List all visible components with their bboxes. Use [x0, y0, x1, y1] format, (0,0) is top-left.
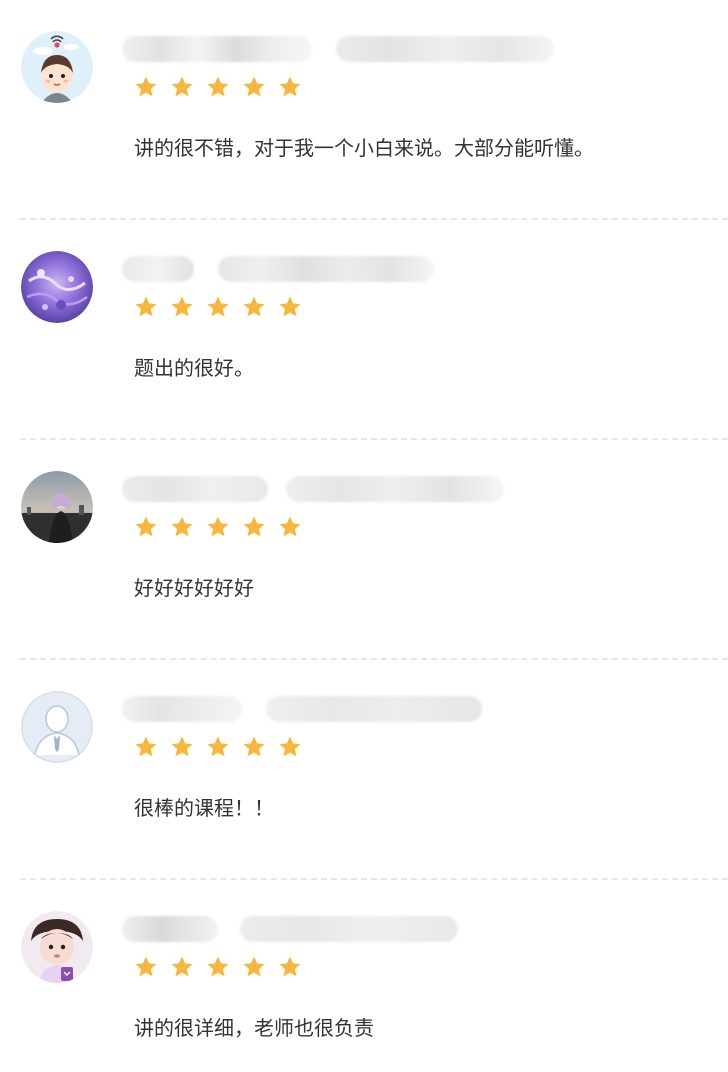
star-icon [242, 735, 266, 759]
star-icon [278, 515, 302, 539]
star-icon [278, 295, 302, 319]
review-item: 很棒的课程！！ [0, 660, 728, 880]
star-icon [278, 735, 302, 759]
star-rating [134, 295, 302, 321]
star-rating [134, 515, 302, 541]
review-item: 讲的很不错，对于我一个小白来说。大部分能听懂。 [0, 0, 728, 220]
child-photo-avatar[interactable] [21, 911, 93, 983]
star-icon [206, 75, 230, 99]
star-icon [170, 515, 194, 539]
star-icon [170, 955, 194, 979]
review-comment: 题出的很好。 [134, 356, 254, 380]
review-comment: 很棒的课程！！ [134, 796, 274, 820]
star-icon [170, 295, 194, 319]
star-icon [134, 515, 158, 539]
star-icon [242, 295, 266, 319]
review-item: 好好好好好好 [0, 440, 728, 660]
star-icon [278, 955, 302, 979]
star-icon [242, 75, 266, 99]
photo-person-avatar[interactable] [21, 471, 93, 543]
star-icon [206, 735, 230, 759]
star-icon [170, 75, 194, 99]
star-icon [206, 955, 230, 979]
star-rating [134, 75, 302, 101]
star-icon [134, 295, 158, 319]
default-user-avatar[interactable] [21, 691, 93, 763]
review-comment: 讲的很详细，老师也很负责 [134, 1016, 374, 1040]
review-list: 讲的很不错，对于我一个小白来说。大部分能听懂。 题出的很好。 好好好好好好 很棒… [0, 0, 728, 1072]
star-icon [170, 735, 194, 759]
star-icon [134, 955, 158, 979]
purple-painting-avatar[interactable] [21, 251, 93, 323]
star-icon [242, 515, 266, 539]
cartoon-boy-avatar[interactable] [21, 31, 93, 103]
review-item: 题出的很好。 [0, 220, 728, 440]
star-icon [242, 955, 266, 979]
review-comment: 好好好好好好 [134, 576, 254, 600]
star-icon [134, 735, 158, 759]
star-icon [278, 75, 302, 99]
review-comment: 讲的很不错，对于我一个小白来说。大部分能听懂。 [134, 136, 594, 160]
review-item: 讲的很详细，老师也很负责 [0, 880, 728, 1072]
star-icon [206, 515, 230, 539]
star-icon [206, 295, 230, 319]
star-icon [134, 75, 158, 99]
star-rating [134, 735, 302, 761]
star-rating [134, 955, 302, 981]
